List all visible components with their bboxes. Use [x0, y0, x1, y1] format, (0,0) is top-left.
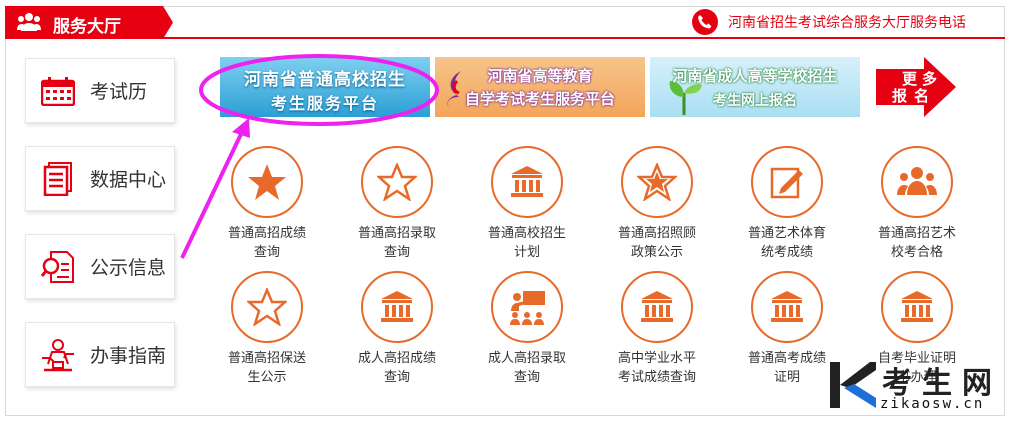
service-art-sports-score[interactable]: 普通艺术体育 统考成绩	[727, 146, 847, 262]
banner-self-study-exam-platform[interactable]: 河南省高等教育 自学考试考生服务平台	[435, 57, 645, 117]
banner-title: 河南省普通高校招生	[244, 70, 406, 90]
service-label: 普通高招保送 生公示	[227, 351, 306, 385]
service-general-admission-query[interactable]: 普通高招录取 查询	[337, 146, 457, 262]
sidebar-item-label: 数据中心	[90, 169, 167, 191]
banner-general-admission-platform[interactable]: 河南省普通高校招生 考生服务平台	[220, 57, 430, 117]
service-general-score-query[interactable]: 普通高招成绩 查询	[207, 146, 327, 262]
banner-title: 河南省成人高等学校招生	[672, 67, 838, 85]
hotline: 河南省招生考试综合服务大厅服务电话	[692, 9, 966, 35]
sidebar-item-data-center[interactable]: 数据中心	[25, 146, 175, 211]
calendar-icon	[38, 71, 78, 111]
more-text-4: 名	[914, 87, 929, 105]
guide-person-icon	[38, 335, 78, 375]
service-label: 成人高招成绩 查询	[357, 351, 436, 385]
service-adult-admission-query[interactable]: 成人高招录取 查询	[467, 271, 587, 387]
watermark-logo-icon	[830, 362, 876, 408]
building-icon	[361, 271, 433, 343]
more-text-2: 多	[922, 70, 937, 88]
phone-icon	[692, 9, 718, 35]
service-label: 普通高招成绩 查询	[227, 226, 306, 260]
edit-note-icon	[751, 146, 823, 218]
star-outline-icon	[231, 271, 303, 343]
service-enrollment-plan[interactable]: 普通高校招生 计划	[467, 146, 587, 262]
building-icon	[491, 146, 563, 218]
sidebar-item-guide[interactable]: 办事指南	[25, 322, 175, 387]
service-recommended-students[interactable]: 普通高招保送 生公示	[207, 271, 327, 387]
service-label: 普通高招照顾 政策公示	[617, 226, 696, 260]
banner-adult-admission-registration[interactable]: 河南省成人高等学校招生 考生网上报名	[650, 57, 860, 117]
star-outline-icon	[621, 146, 693, 218]
sidebar-item-public-notice[interactable]: 公示信息	[25, 234, 175, 299]
service-label: 普通高招录取 查询	[357, 226, 436, 260]
banner-subtitle: 自学考试考生服务平台	[464, 90, 615, 108]
people-icon	[17, 13, 41, 31]
presenter-icon	[491, 271, 563, 343]
banner-subtitle: 考生服务平台	[270, 94, 379, 113]
watermark-domain: zikaosw.cn	[880, 396, 985, 412]
more-text-3: 报	[892, 88, 907, 105]
document-icon	[38, 159, 78, 199]
group-icon	[881, 146, 953, 218]
building-icon	[751, 271, 823, 343]
star-outline-icon	[361, 146, 433, 218]
service-art-school-qualified[interactable]: 普通高招艺术 校考合格	[857, 146, 977, 262]
more-text-1: 更	[902, 71, 918, 88]
page-title: 服务大厅	[53, 17, 121, 37]
sidebar-item-label: 考试历	[90, 81, 148, 103]
service-label: 高中学业水平 考试成绩查询	[617, 351, 696, 385]
building-icon	[881, 271, 953, 343]
service-label: 普通高考成绩 证明	[747, 351, 826, 385]
service-adult-score-query[interactable]: 成人高招成绩 查询	[337, 271, 457, 387]
banner-title: 河南省高等教育	[487, 67, 593, 85]
service-label: 普通艺术体育 统考成绩	[747, 226, 826, 260]
banner-subtitle: 考生网上报名	[713, 93, 797, 109]
hotline-text: 河南省招生考试综合服务大厅服务电话	[728, 15, 966, 31]
sidebar-item-exam-calendar[interactable]: 考试历	[25, 58, 175, 123]
sidebar-item-label: 公示信息	[90, 257, 167, 279]
service-label: 成人高招录取 查询	[487, 351, 566, 385]
star-filled-icon	[231, 146, 303, 218]
service-gaokao-score-certificate[interactable]: 普通高考成绩 证明	[727, 271, 847, 387]
more-registration-arrow[interactable]: 更 多 报 名	[874, 57, 958, 117]
service-preferential-policy[interactable]: 普通高招照顾 政策公示	[597, 146, 717, 262]
sidebar-item-label: 办事指南	[90, 345, 167, 367]
service-academic-proficiency-score[interactable]: 高中学业水平 考试成绩查询	[597, 271, 717, 387]
header-title-tab: 服务大厅	[5, 6, 173, 39]
search-doc-icon	[38, 247, 78, 287]
service-label: 普通高招艺术 校考合格	[877, 226, 956, 260]
service-label: 普通高校招生 计划	[487, 226, 566, 260]
building-icon	[621, 271, 693, 343]
